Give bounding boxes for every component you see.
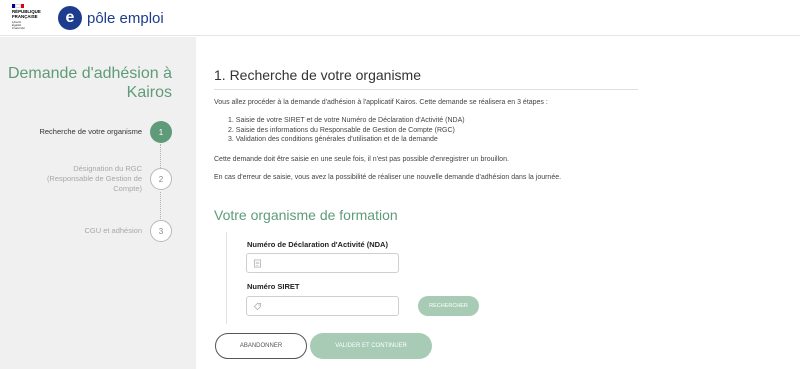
organisme-section-title: Votre organisme de formation [214,207,398,223]
organisme-form: Numéro de Déclaration d'Activité (NDA) N… [226,232,498,324]
siret-input[interactable] [246,296,399,316]
process-steps-list: 1. Saisie de votre SIRET et de votre Num… [228,116,465,145]
process-step: 2. Saisie des informations du Responsabl… [228,126,455,134]
pole-emploi-mark-icon: e [58,6,82,30]
step-connector [160,192,161,219]
pole-emploi-logo[interactable]: e pôle emploi [58,6,164,30]
step-3: CGU et adhésion 3 [84,220,172,242]
siret-label: Numéro SIRET [247,282,300,291]
nda-label: Numéro de Déclaration d'Activité (NDA) [247,240,388,249]
rf-logo-line2: FRANÇAISE [12,13,38,19]
step-2: Désignation du RGC (Responsable de Gesti… [32,164,172,194]
info-paragraph-error: En cas d'erreur de saisie, vous avez la … [214,174,562,181]
header: RÉPUBLIQUE FRANÇAISE Liberté Égalité Fra… [0,0,800,36]
validate-continue-button[interactable]: VALIDER ET CONTINUER [310,333,432,359]
nda-input[interactable] [246,253,399,273]
french-flag-icon [12,4,24,8]
step-2-number: 2 [150,168,172,190]
step-1-number: 1 [150,121,172,143]
process-step: 3. Validation des conditions générales d… [228,136,438,143]
info-paragraph-draft: Cette demande doit être saisie en une se… [214,156,509,163]
pole-emploi-wordmark: pôle emploi [87,9,164,27]
republique-francaise-logo: RÉPUBLIQUE FRANÇAISE Liberté Égalité Fra… [12,4,46,34]
intro-text: Vous allez procéder à la demande d'adhés… [214,99,548,106]
search-button[interactable]: RECHERCHER [418,296,479,316]
step-3-number: 3 [150,220,172,242]
step-1-label: Recherche de votre organisme [39,127,142,136]
rf-logo-motto: Liberté Égalité Fraternité [12,19,25,31]
step-3-label: CGU et adhésion [84,226,142,235]
cancel-button[interactable]: ABANDONNER [215,333,307,359]
document-icon [253,259,262,268]
tag-icon [253,302,262,311]
step-1: Recherche de votre organisme 1 [39,121,172,143]
section-title: 1. Recherche de votre organisme [214,67,638,90]
steps-sidebar: Demande d'adhésion à Kairos Recherche de… [0,37,196,369]
sidebar-title: Demande d'adhésion à Kairos [7,65,172,101]
process-step: 1. Saisie de votre SIRET et de votre Num… [228,117,465,124]
step-2-label: Désignation du RGC (Responsable de Gesti… [46,164,142,193]
